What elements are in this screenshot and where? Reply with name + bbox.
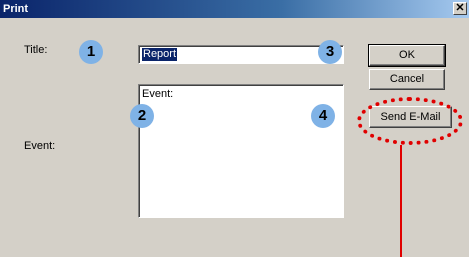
- window-title: Print: [3, 3, 29, 15]
- annotation-badge-2: 2: [130, 104, 154, 128]
- callout-line: [400, 145, 402, 257]
- highlight-ellipse: [357, 97, 463, 145]
- event-textarea[interactable]: Event:: [138, 84, 344, 218]
- title-label: Title:: [24, 44, 48, 56]
- cancel-button[interactable]: Cancel: [369, 69, 445, 90]
- annotation-badge-3: 3: [318, 40, 342, 64]
- title-bar: Print ✕: [0, 0, 469, 18]
- title-input[interactable]: Report: [138, 45, 344, 64]
- annotation-badge-4: 4: [311, 104, 335, 128]
- event-label: Event:: [24, 140, 56, 152]
- title-input-value: Report: [142, 48, 178, 61]
- ok-button[interactable]: OK: [368, 44, 446, 67]
- close-icon[interactable]: ✕: [453, 2, 467, 15]
- event-textarea-value: Event:: [142, 88, 174, 100]
- print-dialog: Print ✕ Title: Event: Report Event: OK C…: [0, 0, 469, 257]
- annotation-badge-1: 1: [79, 40, 103, 64]
